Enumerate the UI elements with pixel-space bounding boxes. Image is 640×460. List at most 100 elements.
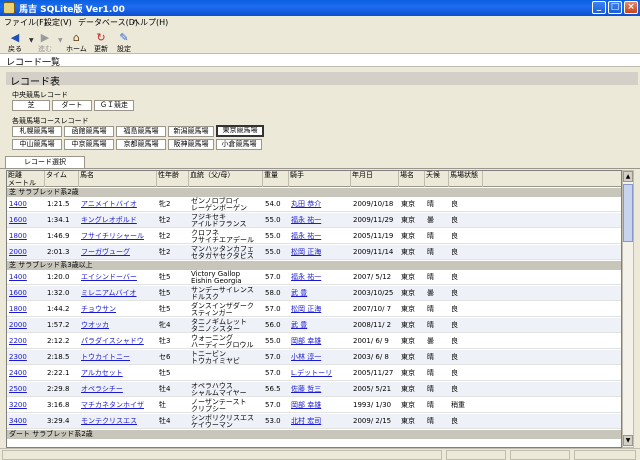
cell-distance[interactable]: 2500 <box>7 382 45 397</box>
tab-record-select[interactable]: レコード選択 <box>5 156 85 168</box>
cell-distance[interactable]: 1600 <box>7 286 45 301</box>
table-row[interactable]: 2300 2:18.5 トウカイトニー セ6 トニービン トウカイミヤビ 57.0 小林 淳… <box>7 350 621 365</box>
cell-jockey[interactable]: 松岡 正海 <box>289 245 351 260</box>
cell-jockey[interactable]: 岡部 幸雄 <box>289 334 351 349</box>
cell-jockey[interactable]: 小林 淳一 <box>289 350 351 365</box>
header-sex-age[interactable]: 性年齢 <box>157 171 189 187</box>
cell-horse-name[interactable]: アルカセット <box>79 366 157 381</box>
menu-settings[interactable]: 設定(V) <box>44 17 72 28</box>
refresh-button[interactable]: ↻ 更新 <box>94 31 108 54</box>
track-chukyo-button[interactable]: 中京競馬場 <box>64 139 114 150</box>
table-row[interactable]: 2000 2:01.3 フーガヴューグ 牡2 マンハッタンカフェ セタガヤセクタビス 55… <box>7 245 621 260</box>
table-row[interactable]: 3200 3:16.8 マチカネタンホイザ牡 ノーザンテースト クリプシー 57.0 岡部… <box>7 398 621 413</box>
table-row[interactable]: 2500 2:29.8 オペラシチー 牡4 オペラハウス シャルムマイヤー 56.5 佐藤 … <box>7 382 621 397</box>
header-weight[interactable]: 重量 <box>263 171 289 187</box>
forward-dropdown-icon[interactable]: ▼ <box>58 37 63 44</box>
track-nakayama-button[interactable]: 中山競馬場 <box>12 139 62 150</box>
cell-horse-name[interactable]: マチカネタンホイザ <box>79 398 157 413</box>
table-row[interactable]: 1800 1:44.2 チョウサン 牡5 ダンスインザダーク スティンガー 57.0 松岡 … <box>7 302 621 317</box>
vertical-scrollbar[interactable]: ▲ ▼ <box>622 170 634 448</box>
cell-jockey[interactable]: 北村 宏司 <box>289 414 351 429</box>
cell-distance[interactable]: 2300 <box>7 350 45 365</box>
track-kyoto-button[interactable]: 京都競馬場 <box>116 139 166 150</box>
cell-jockey[interactable]: 丸田 恭介 <box>289 197 351 212</box>
cell-horse-name[interactable]: キングレオポルド <box>79 213 157 228</box>
table-row[interactable]: 3400 3:29.4 モンテクリスエス 牡4 シンボリクリスエス ケイウーマン 53.0… <box>7 414 621 429</box>
track-kokura-button[interactable]: 小倉競馬場 <box>216 139 262 150</box>
cell-horse-name[interactable]: トウカイトニー <box>79 350 157 365</box>
cell-sex-age: 牡2 <box>159 216 171 224</box>
track-fukushima-button[interactable]: 福島競馬場 <box>116 126 166 137</box>
cell-distance[interactable]: 1400 <box>7 270 45 285</box>
cell-jockey[interactable]: 佐藤 哲三 <box>289 382 351 397</box>
cell-jockey[interactable]: 福永 祐一 <box>289 270 351 285</box>
cell-horse-name[interactable]: オペラシチー <box>79 382 157 397</box>
cell-distance[interactable]: 3400 <box>7 414 45 429</box>
header-time[interactable]: タイム <box>45 171 79 187</box>
cell-distance[interactable]: 2400 <box>7 366 45 381</box>
track-tokyo-button[interactable]: 東京競馬場 <box>216 125 264 137</box>
cell-jockey[interactable]: 岡部 幸雄 <box>289 398 351 413</box>
cell-distance[interactable]: 1600 <box>7 213 45 228</box>
turf-button[interactable]: 芝 <box>12 100 50 111</box>
close-button[interactable]: × <box>624 1 638 14</box>
header-horse-name[interactable]: 馬名 <box>79 171 157 187</box>
maximize-button[interactable]: □ <box>608 1 622 14</box>
forward-button[interactable]: ▶ 進む <box>38 31 52 54</box>
cell-horse-name[interactable]: フーガヴューグ <box>79 245 157 260</box>
table-row[interactable]: 1800 1:46.9 フサイチリシャール 牡2 クロフネ フサイチエアデール 55.0 福… <box>7 229 621 244</box>
table-row[interactable]: 2400 2:22.1 アルカセット 牡5 57.0 L.デットーリ 2005/11/27 東… <box>7 366 621 381</box>
track-hanshin-button[interactable]: 阪神競馬場 <box>168 139 214 150</box>
cell-jockey[interactable]: 福永 祐一 <box>289 213 351 228</box>
g1-button[interactable]: ＧＩ競走 <box>94 100 134 111</box>
cell-jockey[interactable]: 松岡 正海 <box>289 302 351 317</box>
table-row[interactable]: 2000 1:57.2 ウオッカ 牝4 タニノギムレット タニノシスター 56.0 武 豊2… <box>7 318 621 333</box>
header-pedigree[interactable]: 血統（父/母） <box>189 171 263 187</box>
track-niigata-button[interactable]: 新潟競馬場 <box>168 126 214 137</box>
track-hakodate-button[interactable]: 函館競馬場 <box>64 126 114 137</box>
menu-file[interactable]: ファイル(F) <box>4 17 47 28</box>
header-course[interactable]: 場名 <box>399 171 425 187</box>
cell-horse-name[interactable]: エイシンドーバー <box>79 270 157 285</box>
cell-horse-name[interactable]: アニメイトバイオ <box>79 197 157 212</box>
header-weather[interactable]: 天候 <box>425 171 449 187</box>
cell-horse-name[interactable]: チョウサン <box>79 302 157 317</box>
cell-jockey[interactable]: 武 豊 <box>289 286 351 301</box>
cell-horse-name[interactable]: モンテクリスエス <box>79 414 157 429</box>
settings-button[interactable]: ✎ 設定 <box>117 31 131 54</box>
header-date[interactable]: 年月日 <box>351 171 399 187</box>
cell-distance[interactable]: 1800 <box>7 229 45 244</box>
back-dropdown-icon[interactable]: ▼ <box>29 37 34 44</box>
cell-horse-name[interactable]: ミレニアムバイオ <box>79 286 157 301</box>
minimize-button[interactable]: _ <box>592 1 606 14</box>
menu-database[interactable]: データベース(D) <box>78 17 138 28</box>
header-jockey[interactable]: 騎手 <box>289 171 351 187</box>
cell-distance[interactable]: 2200 <box>7 334 45 349</box>
header-track-condition[interactable]: 馬場状態 <box>449 171 483 187</box>
cell-jockey[interactable]: 福永 祐一 <box>289 229 351 244</box>
cell-distance[interactable]: 2000 <box>7 245 45 260</box>
scrollbar-thumb[interactable] <box>623 184 633 242</box>
table-row[interactable]: 1400 1:20.0 エイシンドーバー 牡5 Victory Gallop Eishi… <box>7 270 621 285</box>
header-distance[interactable]: 距離 メートル <box>7 171 45 187</box>
back-button[interactable]: ◀ 戻る <box>8 31 22 54</box>
table-row[interactable]: 1400 1:21.5 アニメイトバイオ 牝2 ゼンノロブロイ レーゲンボーゲン 54.0… <box>7 197 621 212</box>
cell-horse-name[interactable]: フサイチリシャール <box>79 229 157 244</box>
cell-distance[interactable]: 3200 <box>7 398 45 413</box>
table-row[interactable]: 1600 1:32.0 ミレニアムバイオ 牡5 サンデーサイレンス ドルスク 58.0 武 … <box>7 286 621 301</box>
scroll-down-icon[interactable]: ▼ <box>623 435 633 446</box>
cell-distance[interactable]: 1400 <box>7 197 45 212</box>
cell-jockey[interactable]: 武 豊 <box>289 318 351 333</box>
track-sapporo-button[interactable]: 札幌競馬場 <box>12 126 62 137</box>
table-row[interactable]: 1600 1:34.1 キングレオポルド 牡2 フジキセキ アイルドフランス 55.0 福永… <box>7 213 621 228</box>
cell-jockey[interactable]: L.デットーリ <box>289 366 351 381</box>
cell-horse-name[interactable]: パラダイスシャドウ <box>79 334 157 349</box>
cell-horse-name[interactable]: ウオッカ <box>79 318 157 333</box>
cell-distance[interactable]: 1800 <box>7 302 45 317</box>
table-row[interactable]: 2200 2:12.2 パラダイスシャドウ 牡3 ウォーニング ハーディーグロウル 55.… <box>7 334 621 349</box>
menu-help[interactable]: ヘルプ(H) <box>132 17 168 28</box>
home-button[interactable]: ⌂ ホーム <box>66 31 87 54</box>
dirt-button[interactable]: ダート <box>52 100 92 111</box>
scroll-up-icon[interactable]: ▲ <box>623 171 633 182</box>
cell-distance[interactable]: 2000 <box>7 318 45 333</box>
